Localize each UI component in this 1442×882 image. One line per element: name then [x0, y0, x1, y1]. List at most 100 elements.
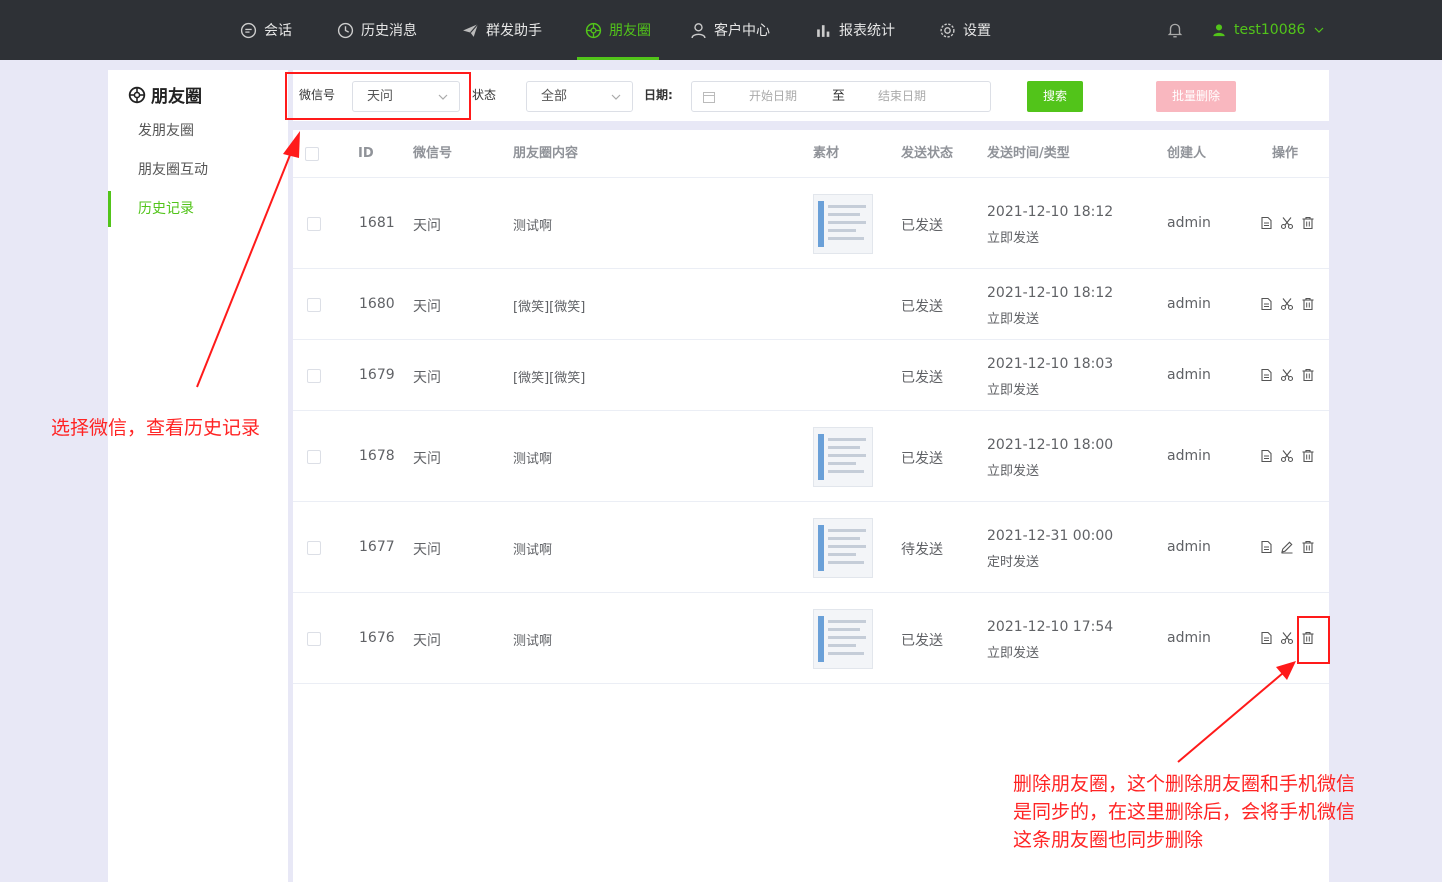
row-checkbox[interactable] — [307, 631, 321, 646]
nav-item-moments[interactable]: 朋友圈 — [577, 0, 659, 60]
sidebar-title: 朋友圈 — [128, 82, 202, 107]
cell-status: 已发送 — [901, 450, 943, 467]
trash-icon[interactable] — [1301, 297, 1315, 315]
top-navbar: 会话 历史消息 群发助手 朋友圈 客户中心 报表统计 设置 test10086 — [0, 0, 1442, 60]
view-doc-icon[interactable] — [1259, 449, 1273, 467]
material-thumbnail[interactable] — [813, 608, 873, 669]
aperture-icon — [128, 86, 146, 103]
nav-item-settings[interactable]: 设置 — [939, 0, 991, 60]
nav-item-label: 客户中心 — [714, 23, 770, 39]
th-id: ID — [358, 146, 374, 161]
view-doc-icon[interactable] — [1259, 297, 1273, 315]
start-date-input[interactable]: 开始日期 — [749, 82, 797, 111]
view-doc-icon[interactable] — [1259, 368, 1273, 386]
user-menu[interactable]: test10086 — [1212, 0, 1325, 60]
paper-plane-icon — [463, 23, 479, 37]
nav-item-broadcast[interactable]: 群发助手 — [462, 0, 542, 60]
view-doc-icon[interactable] — [1259, 540, 1273, 558]
clock-icon — [337, 22, 354, 38]
row-checkbox[interactable] — [307, 368, 321, 383]
row-actions — [1259, 368, 1315, 386]
cell-id: 1679 — [359, 366, 395, 383]
material-thumbnail[interactable] — [813, 426, 873, 487]
chevron-down-icon — [611, 94, 621, 100]
cell-content: 测试啊 — [513, 451, 553, 467]
cell-content: [微笑][微笑] — [513, 370, 586, 386]
row-actions — [1259, 449, 1315, 467]
row-checkbox[interactable] — [307, 540, 321, 555]
cell-send-time: 2021-12-10 18:12 — [987, 203, 1114, 220]
sidebar-item-interactions[interactable]: 朋友圈互动 — [108, 152, 288, 188]
scissors-icon[interactable] — [1280, 368, 1294, 386]
annotation-note-right: 删除朋友圈，这个删除朋友圈和手机微信 是同步的，在这里删除后，会将手机微信 这条… — [1013, 770, 1355, 854]
th-wechat: 微信号 — [413, 146, 453, 161]
trash-icon[interactable] — [1301, 368, 1315, 386]
user-icon — [691, 22, 706, 38]
nav-item-reports[interactable]: 报表统计 — [815, 0, 895, 60]
date-range-picker[interactable]: 开始日期 至 结束日期 — [691, 81, 991, 112]
date-range-separator: 至 — [832, 89, 846, 104]
cell-send-type: 定时发送 — [987, 554, 1040, 570]
cell-send-time: 2021-12-10 18:12 — [987, 284, 1114, 301]
view-doc-icon[interactable] — [1259, 631, 1273, 649]
table-row: 1678 天问 测试啊 已发送 2021-12-10 18:00 立即发送 admin — [293, 411, 1329, 502]
cell-creator: admin — [1167, 447, 1211, 464]
nav-item-label: 朋友圈 — [609, 23, 651, 39]
select-all-checkbox[interactable] — [305, 147, 319, 161]
table-row: 1677 天问 测试啊 待发送 2021-12-31 00:00 定时发送 admin — [293, 502, 1329, 593]
th-time: 发送时间/类型 — [987, 146, 1070, 161]
nav-item-chat[interactable]: 会话 — [240, 0, 292, 60]
trash-icon[interactable] — [1301, 216, 1315, 234]
username: test10086 — [1234, 22, 1306, 38]
cell-wechat: 天问 — [413, 217, 441, 234]
th-content: 朋友圈内容 — [513, 146, 579, 161]
annotation-box-wechat-filter — [285, 72, 471, 120]
bar-chart-icon — [817, 24, 830, 37]
row-checkbox[interactable] — [307, 216, 321, 231]
cell-id: 1678 — [359, 447, 395, 464]
material-thumbnail[interactable] — [813, 517, 873, 578]
gear-icon — [940, 22, 955, 38]
search-button[interactable]: 搜索 — [1027, 81, 1083, 112]
cell-send-type: 立即发送 — [987, 230, 1040, 246]
cell-wechat: 天问 — [413, 632, 441, 649]
pencil-icon[interactable] — [1280, 540, 1294, 558]
row-actions — [1259, 216, 1315, 234]
status-select-value: 全部 — [541, 89, 568, 104]
user-icon — [1213, 24, 1225, 37]
th-status: 发送状态 — [901, 146, 954, 161]
cell-status: 已发送 — [901, 298, 943, 315]
row-actions — [1259, 540, 1315, 558]
trash-icon[interactable] — [1301, 449, 1315, 467]
row-checkbox[interactable] — [307, 449, 321, 464]
cell-id: 1681 — [359, 214, 395, 231]
cell-creator: admin — [1167, 295, 1211, 312]
chat-icon — [240, 22, 257, 38]
status-select[interactable]: 全部 — [526, 81, 633, 112]
row-checkbox[interactable] — [307, 297, 321, 312]
scissors-icon[interactable] — [1280, 297, 1294, 315]
cell-wechat: 天问 — [413, 369, 441, 386]
nav-item-customers[interactable]: 客户中心 — [690, 0, 770, 60]
scissors-icon[interactable] — [1280, 216, 1294, 234]
cell-content: 测试啊 — [513, 218, 553, 234]
cell-send-type: 立即发送 — [987, 463, 1040, 479]
view-doc-icon[interactable] — [1259, 216, 1273, 234]
cell-creator: admin — [1167, 538, 1211, 555]
cell-content: 测试啊 — [513, 542, 553, 558]
bell-icon[interactable] — [1166, 21, 1184, 39]
nav-item-history[interactable]: 历史消息 — [337, 0, 417, 60]
sidebar-item-history[interactable]: 历史记录 — [108, 191, 288, 227]
material-thumbnail[interactable] — [813, 193, 873, 254]
cell-status: 已发送 — [901, 369, 943, 386]
end-date-input[interactable]: 结束日期 — [878, 82, 926, 111]
scissors-icon[interactable] — [1280, 631, 1294, 649]
nav-item-label: 报表统计 — [839, 23, 895, 39]
scissors-icon[interactable] — [1280, 449, 1294, 467]
cell-wechat: 天问 — [413, 450, 441, 467]
cell-send-type: 立即发送 — [987, 311, 1040, 327]
status-filter-label: 状态 — [472, 88, 497, 102]
sidebar-item-post[interactable]: 发朋友圈 — [108, 113, 288, 149]
batch-delete-button[interactable]: 批量删除 — [1156, 81, 1236, 112]
trash-icon[interactable] — [1301, 540, 1315, 558]
